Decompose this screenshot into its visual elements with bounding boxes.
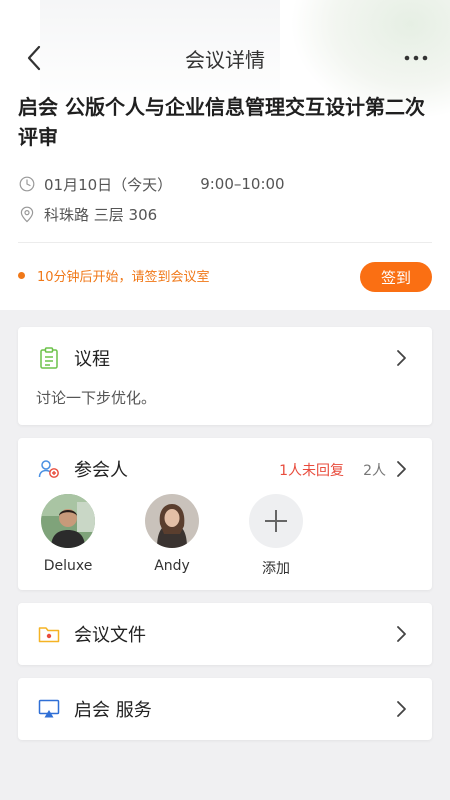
page-title: 会议详情 [185, 48, 265, 72]
meeting-service-card[interactable]: 启会 服务 [18, 678, 432, 740]
attendee-item[interactable]: Andy [132, 494, 212, 574]
meeting-time-range: 9:00–10:00 [200, 175, 285, 193]
clock-icon [18, 175, 36, 193]
add-attendee-label: 添加 [262, 561, 290, 577]
attendee-count: 2人 [363, 463, 386, 479]
service-header[interactable]: 启会 服务 [18, 678, 432, 740]
attendee-item[interactable]: Deluxe [28, 494, 108, 574]
location-pin-icon [18, 205, 36, 223]
folder-icon [38, 623, 60, 645]
start-notice: 10分钟后开始，请签到会议室 [18, 266, 210, 285]
agenda-card[interactable]: 议程 讨论一下步优化。 [18, 327, 432, 425]
attendee-name: Andy [154, 558, 190, 574]
plus-icon [265, 510, 287, 532]
chevron-right-icon [397, 626, 406, 642]
agenda-title: 议程 [74, 349, 110, 370]
nav-bar: 会议详情 [0, 30, 450, 86]
meeting-location: 科珠路 三层 306 [44, 205, 158, 224]
files-title: 会议文件 [74, 625, 146, 646]
meeting-time-row: 01月10日（今天） 9:00–10:00 [18, 173, 285, 195]
meeting-files-card[interactable]: 会议文件 [18, 603, 432, 665]
people-icon [38, 458, 60, 480]
agenda-header[interactable]: 议程 [18, 327, 432, 389]
more-dots-icon [404, 55, 428, 61]
meeting-location-row: 科珠路 三层 306 [18, 203, 157, 225]
service-title: 启会 服务 [74, 700, 152, 721]
signin-button[interactable]: 签到 [360, 262, 432, 292]
avatar [145, 494, 199, 548]
files-header[interactable]: 会议文件 [18, 603, 432, 665]
attendees-title: 参会人 [74, 460, 128, 481]
clipboard-icon [38, 347, 60, 369]
meeting-date: 01月10日（今天） [44, 175, 173, 194]
divider [18, 242, 432, 243]
attendees-card: 参会人 1人未回复 2人 Deluxe Andy 添加 [18, 438, 432, 590]
agenda-content: 讨论一下步优化。 [36, 389, 157, 407]
meeting-header: 会议详情 启会 公版个人与企业信息管理交互设计第二次评审 01月10日（今天） … [0, 0, 450, 310]
screen-icon [38, 698, 60, 720]
attendees-header[interactable]: 参会人 1人未回复 2人 [18, 438, 432, 500]
chevron-right-icon [397, 701, 406, 717]
chevron-right-icon [397, 461, 406, 477]
add-attendee-button[interactable] [249, 494, 303, 548]
notice-text: 10分钟后开始，请签到会议室 [37, 270, 210, 285]
add-attendee[interactable]: 添加 [236, 494, 316, 578]
more-button[interactable] [402, 44, 430, 72]
notice-dot-icon [18, 272, 25, 279]
meeting-title: 启会 公版个人与企业信息管理交互设计第二次评审 [18, 95, 425, 149]
avatar [41, 494, 95, 548]
attendee-name: Deluxe [43, 558, 93, 574]
chevron-right-icon [397, 350, 406, 366]
unreplied-count: 1人未回复 [279, 463, 344, 479]
